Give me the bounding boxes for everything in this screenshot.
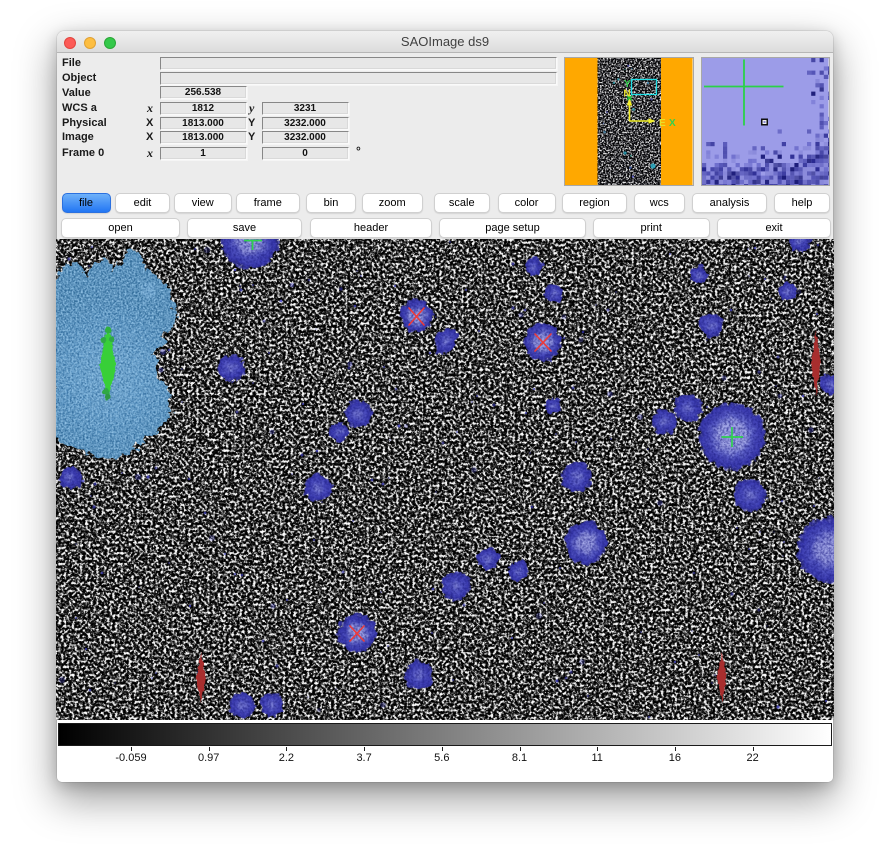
svg-text:X: X bbox=[669, 118, 676, 129]
svg-text:E: E bbox=[659, 118, 666, 129]
svg-text:N: N bbox=[623, 88, 630, 99]
